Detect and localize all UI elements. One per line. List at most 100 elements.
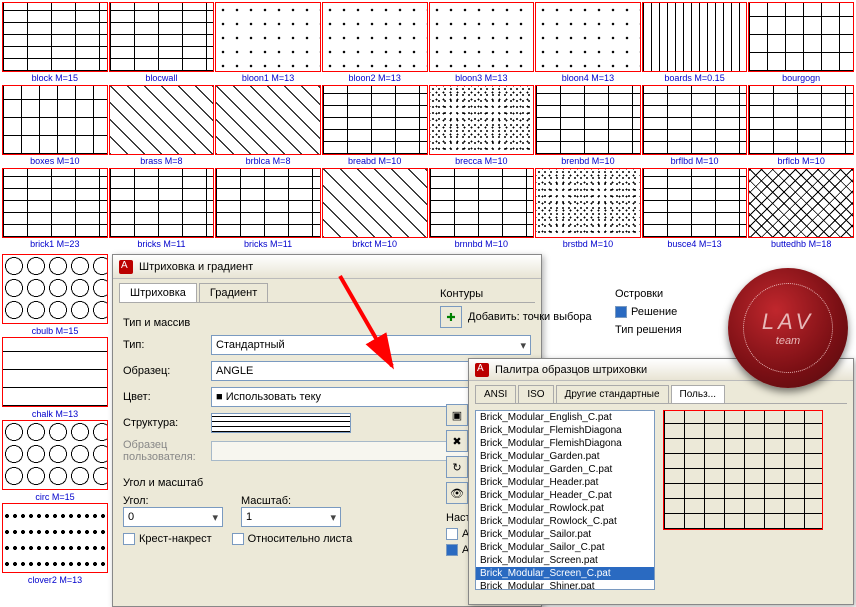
islands-type-label: Тип решения (615, 324, 682, 336)
pattern-list-item[interactable]: Brick_Modular_Garden.pat (476, 450, 654, 463)
pattern-list-item[interactable]: Brick_Modular_Screen_C.pat (476, 567, 654, 580)
add-pickpoints-button[interactable]: ✚ (440, 306, 462, 328)
view-button[interactable]: 👁 (446, 482, 468, 504)
pattern-list-item[interactable]: Brick_Modular_Sailor.pat (476, 528, 654, 541)
pattern-swatch[interactable] (2, 2, 108, 72)
pattern-list-item[interactable]: Brick_Modular_English_C.pat (476, 411, 654, 424)
pattern-swatch[interactable] (748, 2, 854, 72)
swatch-label: bloon3 M=13 (429, 72, 535, 84)
pattern-swatch[interactable] (109, 2, 215, 72)
swatch-label: busce4 M=13 (642, 238, 748, 250)
add-pickpoints-label: Добавить: точки выбора (468, 311, 592, 323)
islands-chk-label: Решение (631, 306, 677, 318)
pattern-swatch[interactable] (748, 85, 854, 155)
pattern-swatch[interactable] (535, 85, 641, 155)
pattern-list-item[interactable]: Brick_Modular_FlemishDiagona (476, 437, 654, 450)
swatch-label: blocwall (109, 72, 215, 84)
swatch-label: brecca M=10 (429, 155, 535, 167)
pattern-swatch[interactable] (215, 85, 321, 155)
pattern-swatch[interactable] (109, 168, 215, 238)
scale-input[interactable]: 1 (241, 507, 341, 527)
type-combo[interactable]: Стандартный (211, 335, 531, 355)
pattern-list-item[interactable]: Brick_Modular_Header_C.pat (476, 489, 654, 502)
pattern-list-item[interactable]: Brick_Modular_Rowlock.pat (476, 502, 654, 515)
color-label: Цвет: (123, 391, 203, 403)
pattern-list-item[interactable]: Brick_Modular_Garden_C.pat (476, 463, 654, 476)
tab-hatch[interactable]: Штриховка (119, 283, 197, 302)
swatch-label: boards M=0.15 (642, 72, 748, 84)
sample-label: Образец: (123, 365, 203, 377)
pattern-list-item[interactable]: Brick_Modular_FlemishDiagona (476, 424, 654, 437)
palette-dialog: Палитра образцов штриховки ANSI ISO Друг… (468, 358, 854, 605)
pattern-list-item[interactable]: Brick_Modular_Header.pat (476, 476, 654, 489)
pattern-swatch[interactable] (642, 168, 748, 238)
pattern-swatch[interactable] (429, 168, 535, 238)
pattern-swatch[interactable] (2, 420, 108, 490)
pattern-swatch[interactable] (2, 254, 108, 324)
pattern-list-item[interactable]: Brick_Modular_Sailor_C.pat (476, 541, 654, 554)
eye-icon: 👁 (450, 487, 464, 500)
hatch-dialog-title: Штриховка и градиент (139, 261, 253, 273)
checkbox-checked-icon (446, 544, 458, 556)
swatch-label: brstbd M=10 (535, 238, 641, 250)
swatch-label: brnnbd M=10 (429, 238, 535, 250)
seal-text-small: team (776, 335, 800, 347)
recreate-button[interactable]: ↻ (446, 456, 468, 478)
swatch-label: bricks M=11 (215, 238, 321, 250)
swatch-label: breabd M=10 (322, 155, 428, 167)
pattern-list-item[interactable]: Brick_Modular_Shiner.pat (476, 580, 654, 590)
tab-iso[interactable]: ISO (518, 385, 553, 403)
pattern-swatch[interactable] (109, 85, 215, 155)
swatch-label: clover2 M=13 (2, 574, 108, 586)
pattern-swatch[interactable] (215, 2, 321, 72)
pattern-swatch[interactable] (748, 168, 854, 238)
pattern-swatch[interactable] (215, 168, 321, 238)
swatch-label: bourgogn (748, 72, 854, 84)
pattern-swatch[interactable] (642, 85, 748, 155)
pattern-swatch[interactable] (2, 85, 108, 155)
pattern-swatch[interactable] (429, 2, 535, 72)
pattern-swatch[interactable] (642, 2, 748, 72)
scale-value: 1 (246, 511, 252, 523)
checkbox-checked-icon (615, 306, 627, 318)
setting-b-chk[interactable]: А (446, 544, 470, 556)
pattern-swatch[interactable] (2, 337, 108, 407)
pattern-swatch[interactable] (535, 168, 641, 238)
structure-preview (211, 413, 351, 433)
seal-text-big: LAV (762, 309, 814, 335)
select-objects-button[interactable]: ▣ (446, 404, 468, 426)
tab-ansi[interactable]: ANSI (475, 385, 516, 403)
pattern-list-item[interactable]: Brick_Modular_Screen.pat (476, 554, 654, 567)
swatch-label: bloon1 M=13 (215, 72, 321, 84)
islands-resolve-chk[interactable]: Решение (615, 306, 682, 318)
checkbox-icon (123, 533, 135, 545)
x-icon: ✖ (452, 435, 461, 448)
pattern-list[interactable]: Brick_Modular_English_C.patBrick_Modular… (475, 410, 655, 590)
chk-cross[interactable]: Крест-накрест (123, 533, 212, 545)
tab-gradient[interactable]: Градиент (199, 283, 268, 302)
checkbox-icon (446, 528, 458, 540)
chk-sheet[interactable]: Относительно листа (232, 533, 353, 545)
pattern-swatch[interactable] (2, 168, 108, 238)
pattern-grid: block M=15blocwallbloon1 M=13bloon2 M=13… (0, 0, 856, 252)
swatch-label: chalk M=13 (2, 408, 108, 420)
pattern-swatch[interactable] (535, 2, 641, 72)
angle-label: Угол: (123, 495, 233, 507)
tab-other[interactable]: Другие стандартные (556, 385, 669, 403)
angle-input[interactable]: 0 (123, 507, 223, 527)
remove-button[interactable]: ✖ (446, 430, 468, 452)
sample-combo[interactable]: ANGLE (211, 361, 501, 381)
pattern-swatch[interactable] (429, 85, 535, 155)
pattern-swatch[interactable] (2, 503, 108, 573)
type-value: Стандартный (216, 339, 285, 351)
swatch-label: block M=15 (2, 72, 108, 84)
swatch-label: bloon4 M=13 (535, 72, 641, 84)
pattern-swatch[interactable] (322, 85, 428, 155)
pattern-list-item[interactable]: Brick_Modular_Rowlock_C.pat (476, 515, 654, 528)
swatch-label: brenbd M=10 (535, 155, 641, 167)
swatch-label: boxes M=10 (2, 155, 108, 167)
tab-user[interactable]: Польз... (671, 385, 726, 403)
pattern-swatch[interactable] (322, 168, 428, 238)
setting-a-chk[interactable]: А (446, 528, 470, 540)
pattern-swatch[interactable] (322, 2, 428, 72)
